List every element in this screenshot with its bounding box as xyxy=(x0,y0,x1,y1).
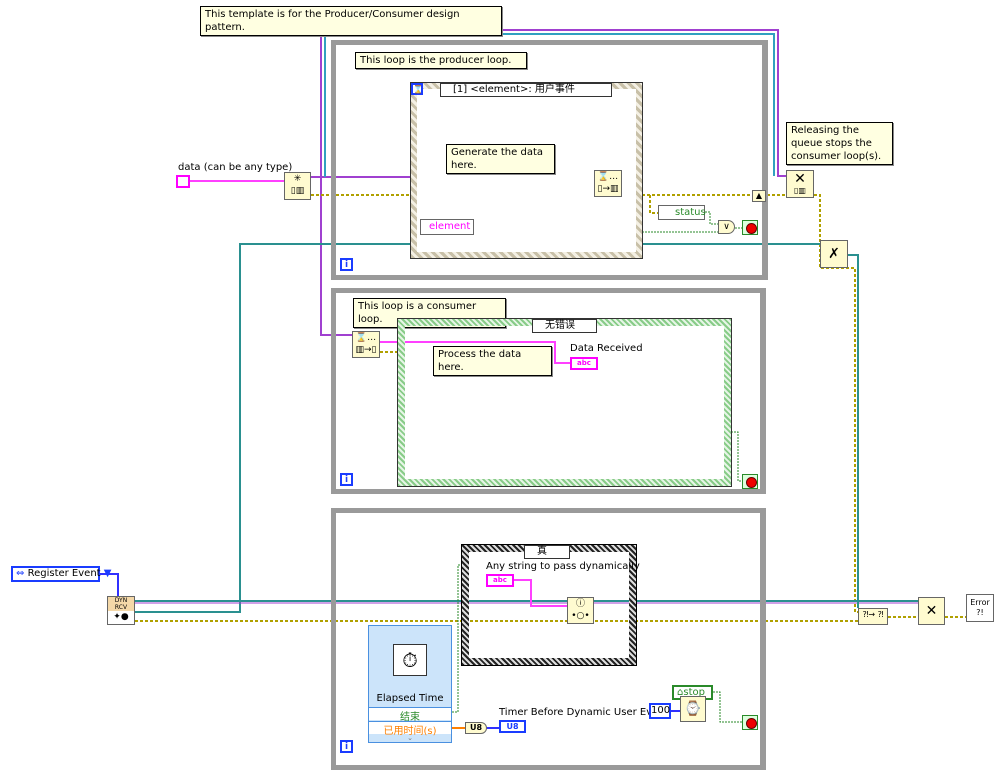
consumer-stop-terminal[interactable] xyxy=(742,474,758,489)
bottom-iteration-terminal: i xyxy=(340,740,353,753)
expand-chevron-icon[interactable]: ⌄ xyxy=(369,734,451,742)
stopwatch-icon: ⏱ xyxy=(393,644,427,676)
event-timeout-icon: ⌛ xyxy=(411,83,423,95)
data-received-label: Data Received xyxy=(570,343,643,354)
event-case-selector[interactable]: [1] <element>: 用户事件 xyxy=(440,83,612,97)
release-queue-node[interactable]: ✕ ▯▥ xyxy=(786,170,814,198)
timer-indicator-label: Timer Before Dynamic User Event xyxy=(499,707,669,718)
producer-stop-terminal[interactable] xyxy=(742,220,758,235)
status-unbundle[interactable]: status xyxy=(658,205,706,220)
bottom-case-selector[interactable]: 真 xyxy=(524,545,570,559)
process-comment: Process the data here. xyxy=(433,346,552,376)
data-received-indicator: abc xyxy=(570,357,598,370)
merge-errors-node[interactable]: ⁈→ ⁈ xyxy=(858,608,888,625)
generate-comment: Generate the data here. xyxy=(446,144,555,174)
string-constant[interactable]: abc xyxy=(486,574,514,587)
template-comment: This template is for the Producer/Consum… xyxy=(200,6,502,36)
string-constant-label: Any string to pass dynamically xyxy=(486,561,640,572)
shift-register-icon: ▲ xyxy=(752,190,766,202)
elapsed-output-time[interactable]: 已用时间(s) xyxy=(369,721,451,737)
wait-constant[interactable]: 100 xyxy=(649,703,671,719)
dropdown-icon[interactable]: ▼ xyxy=(104,568,112,579)
consumer-case-selector[interactable]: 无错误 xyxy=(532,319,597,333)
register-events-node[interactable]: DYN RCV ✦● xyxy=(107,596,135,625)
register-node-label: DYN RCV xyxy=(108,597,134,611)
data-constant[interactable] xyxy=(176,175,190,188)
simple-error-handler[interactable]: Error ?! xyxy=(966,594,994,622)
user-event-close xyxy=(848,254,859,608)
producer-comment: This loop is the producer loop. xyxy=(355,52,527,69)
or-function[interactable]: ∨ xyxy=(718,220,735,234)
generate-user-event-node[interactable]: ⓘ •○• xyxy=(567,597,594,624)
timer-indicator: U8 xyxy=(499,720,526,733)
error-case-structure[interactable] xyxy=(397,318,732,487)
dequeue-element-node[interactable]: ⌛… ▥→▯ xyxy=(352,331,380,358)
elapsed-output-done[interactable]: 结束 xyxy=(369,707,451,723)
data-label: data (can be any type) xyxy=(178,162,293,173)
to-u8-conversion[interactable]: U8 xyxy=(465,722,487,734)
obtain-queue-node[interactable]: ✳ ▯▥ xyxy=(284,172,311,200)
wait-ms-node[interactable]: ⌚ xyxy=(680,696,706,722)
consumer-iteration-terminal: i xyxy=(340,473,353,486)
producer-iteration-terminal: i xyxy=(340,258,353,271)
element-terminal[interactable]: element xyxy=(420,219,474,235)
bottom-stop-terminal[interactable] xyxy=(742,715,758,730)
enqueue-element-node[interactable]: ⌛… ▯→▥ xyxy=(594,170,622,197)
elapsed-time-title: Elapsed Time xyxy=(376,693,444,704)
register-event-constant[interactable]: ⇔ Register Event ▼ xyxy=(11,566,111,582)
destroy-user-event-node[interactable]: ✕ xyxy=(918,597,945,625)
elapsed-time-express-vi[interactable]: ⏱ Elapsed Time 结束 已用时间(s) ⌄ xyxy=(368,625,452,743)
release-comment: Releasing the queue stops the consumer l… xyxy=(786,122,893,165)
unregister-events-node[interactable]: ✗ xyxy=(820,240,848,268)
enum-icon: ⇔ xyxy=(16,568,25,579)
register-event-label: Register Event xyxy=(27,568,101,579)
